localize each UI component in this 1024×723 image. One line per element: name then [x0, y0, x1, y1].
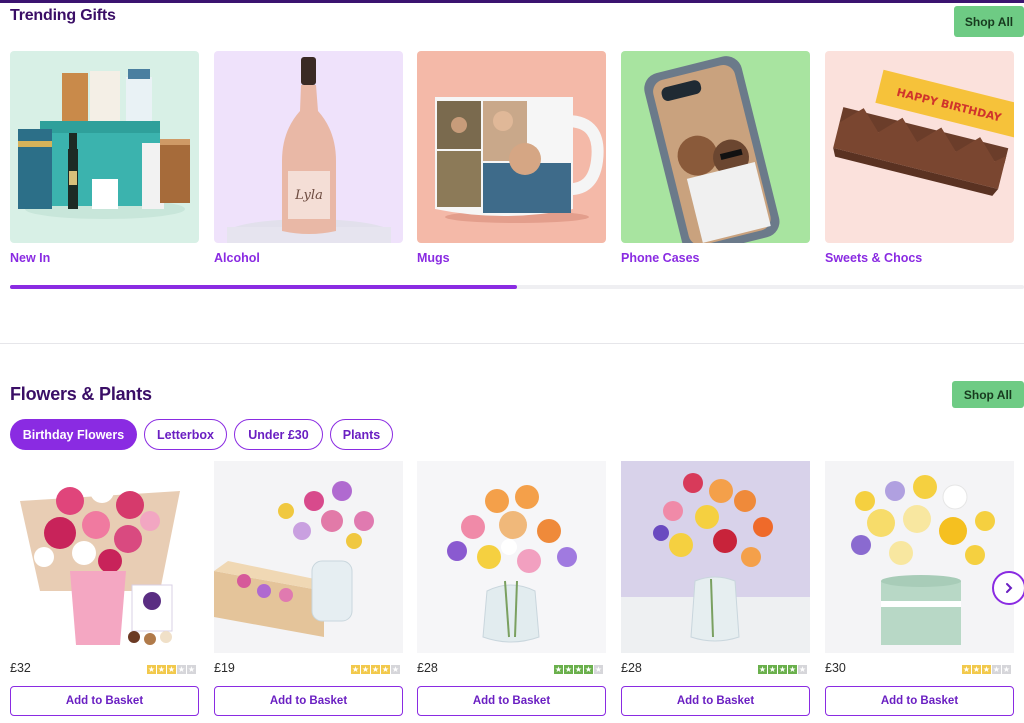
star-icon: ★: [574, 665, 583, 674]
phone-case-image: [621, 51, 810, 243]
star-icon: ★: [594, 665, 603, 674]
star-icon: ★: [982, 665, 991, 674]
add-to-basket-button[interactable]: Add to Basket: [214, 686, 403, 716]
category-label: New In: [10, 251, 51, 265]
star-icon: ★: [554, 665, 563, 674]
category-label: Phone Cases: [621, 251, 700, 265]
filter-plants[interactable]: Plants: [330, 419, 393, 450]
star-icon: ★: [778, 665, 787, 674]
hamper-image: [10, 51, 199, 243]
bouquet-image: [10, 461, 199, 653]
star-icon: ★: [798, 665, 807, 674]
star-icon: ★: [187, 665, 196, 674]
star-icon: ★: [788, 665, 797, 674]
star-icon: ★: [962, 665, 971, 674]
product-card[interactable]: £30 ★ ★ ★ ★ ★ Add to Basket: [825, 461, 1014, 716]
product-card[interactable]: £32 ★ ★ ★ ★ ★ Add to Basket: [10, 461, 199, 716]
rating-stars: ★ ★ ★ ★ ★: [962, 665, 1011, 674]
price: £30: [825, 661, 846, 675]
product-card[interactable]: £28 ★ ★ ★ ★ ★ Add to Basket: [417, 461, 606, 716]
flowers-shop-all-button[interactable]: Shop All: [952, 381, 1024, 408]
add-to-basket-button[interactable]: Add to Basket: [825, 686, 1014, 716]
add-to-basket-button[interactable]: Add to Basket: [621, 686, 810, 716]
category-tile-mugs[interactable]: Mugs: [417, 51, 606, 265]
photo-mug-image: [417, 51, 606, 243]
top-border: [0, 0, 1024, 3]
rating-stars: ★ ★ ★ ★ ★: [554, 665, 603, 674]
price: £32: [10, 661, 31, 675]
price: £19: [214, 661, 235, 675]
vase-bouquet-image: [417, 461, 606, 653]
svg-text:Lyla: Lyla: [294, 188, 323, 203]
carousel-scrollbar[interactable]: [10, 285, 1024, 289]
filter-letterbox[interactable]: Letterbox: [144, 419, 227, 450]
star-icon: ★: [992, 665, 1001, 674]
carousel-next-button[interactable]: [992, 571, 1024, 605]
category-tile-alcohol[interactable]: Lyla Alcohol: [214, 51, 403, 265]
carousel-scroll-thumb[interactable]: [10, 285, 517, 289]
category-label: Sweets & Chocs: [825, 251, 923, 265]
star-icon: ★: [351, 665, 360, 674]
rating-stars: ★ ★ ★ ★ ★: [351, 665, 400, 674]
letterbox-bouquet-image: [214, 461, 403, 653]
wine-bottle-image: Lyla: [214, 51, 403, 243]
chocolate-bar-image: HAPPY BIRTHDAY: [825, 51, 1014, 243]
star-icon: ★: [371, 665, 380, 674]
flowers-plants-title: Flowers & Plants: [10, 384, 152, 404]
trending-shop-all-button[interactable]: Shop All: [954, 6, 1024, 37]
star-icon: ★: [167, 665, 176, 674]
category-tile-phone-cases[interactable]: Phone Cases: [621, 51, 810, 265]
star-icon: ★: [361, 665, 370, 674]
section-divider: [0, 343, 1024, 344]
price: £28: [417, 661, 438, 675]
star-icon: ★: [147, 665, 156, 674]
star-icon: ★: [177, 665, 186, 674]
add-to-basket-button[interactable]: Add to Basket: [417, 686, 606, 716]
star-icon: ★: [381, 665, 390, 674]
star-icon: ★: [758, 665, 767, 674]
star-icon: ★: [768, 665, 777, 674]
chevron-right-icon: [1006, 583, 1013, 593]
rating-stars: ★ ★ ★ ★ ★: [758, 665, 807, 674]
vase-bouquet-image: [621, 461, 810, 653]
star-icon: ★: [972, 665, 981, 674]
product-card[interactable]: £19 ★ ★ ★ ★ ★ Add to Basket: [214, 461, 403, 716]
star-icon: ★: [391, 665, 400, 674]
category-label: Alcohol: [214, 251, 260, 265]
filter-under-30[interactable]: Under £30: [234, 419, 323, 450]
rating-stars: ★ ★ ★ ★ ★: [147, 665, 196, 674]
filter-birthday-flowers[interactable]: Birthday Flowers: [10, 419, 137, 450]
price: £28: [621, 661, 642, 675]
star-icon: ★: [157, 665, 166, 674]
hatbox-bouquet-image: [825, 461, 1014, 653]
category-label: Mugs: [417, 251, 450, 265]
star-icon: ★: [1002, 665, 1011, 674]
star-icon: ★: [584, 665, 593, 674]
category-tile-sweets-chocs[interactable]: HAPPY BIRTHDAY Sweets & Chocs: [825, 51, 1014, 265]
star-icon: ★: [564, 665, 573, 674]
product-card[interactable]: £28 ★ ★ ★ ★ ★ Add to Basket: [621, 461, 810, 716]
category-tile-new-in[interactable]: New In: [10, 51, 199, 265]
trending-gifts-title: Trending Gifts: [10, 7, 116, 24]
add-to-basket-button[interactable]: Add to Basket: [10, 686, 199, 716]
